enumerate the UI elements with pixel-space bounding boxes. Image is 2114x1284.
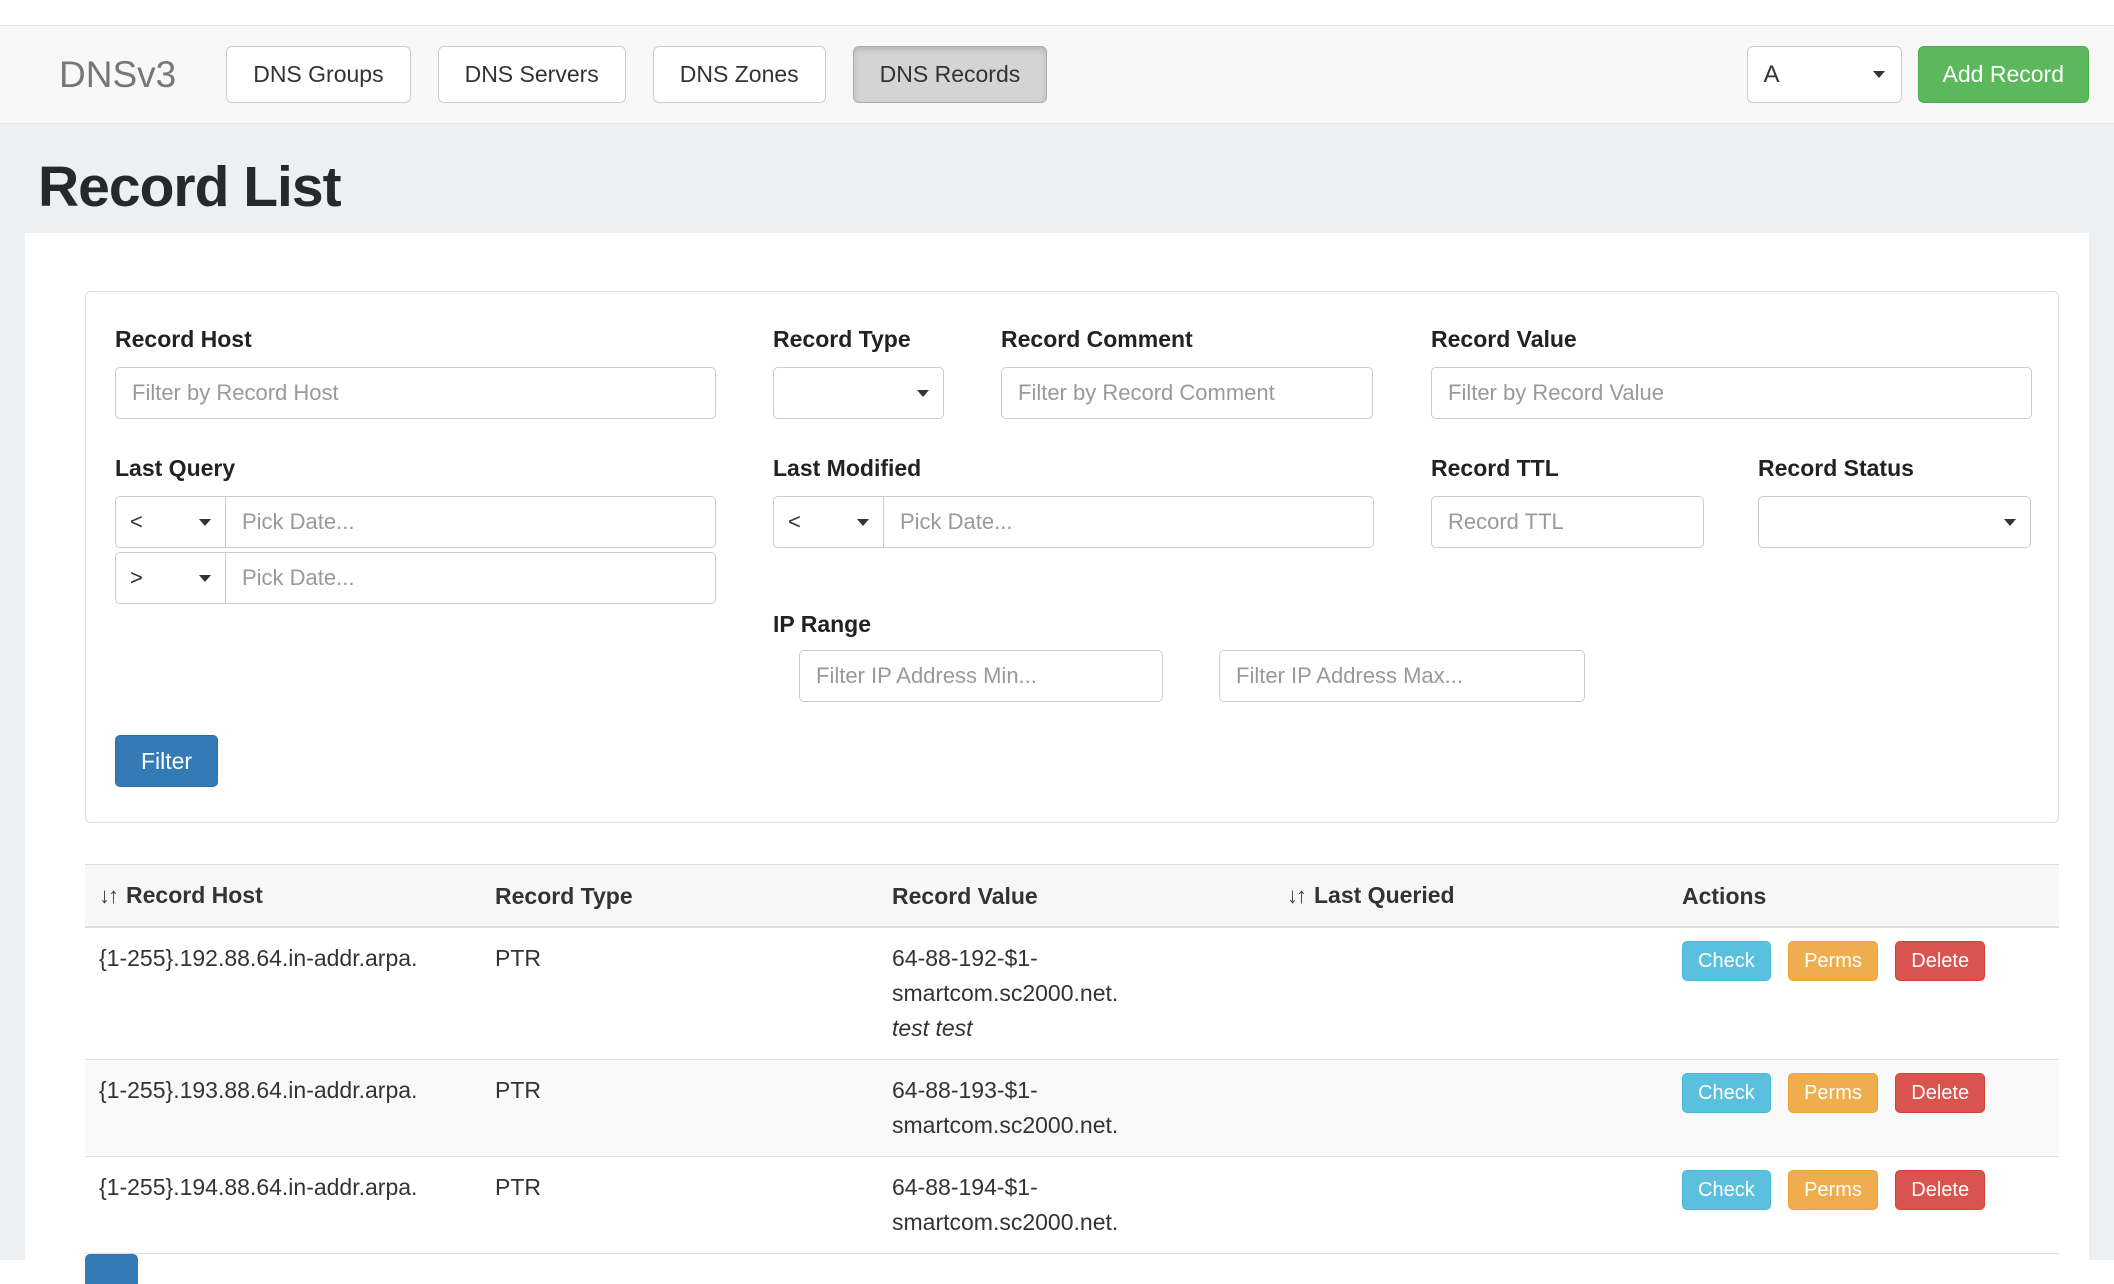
record-value-cell: 64-88-192-$1- smartcom.sc2000.net. test … [892, 927, 1287, 1060]
record-value-line: 64-88-192-$1- [892, 941, 1287, 976]
app-brand[interactable]: DNSv3 [59, 54, 176, 96]
sort-icon: ↓↑ [99, 883, 117, 908]
record-comment-label: Record Comment [1001, 325, 1193, 353]
record-value-line: smartcom.sc2000.net. [892, 1108, 1287, 1143]
nav-dns-records-button[interactable]: DNS Records [853, 46, 1048, 103]
table-header-row: ↓↑ Record Host Record Type Record Value ↓… [85, 865, 2059, 928]
last-query-label: Last Query [115, 454, 235, 482]
ip-address-max-input[interactable] [1219, 650, 1585, 702]
records-table: ↓↑ Record Host Record Type Record Value ↓… [85, 864, 2059, 1254]
record-ttl-input[interactable] [1431, 496, 1704, 548]
record-value-line: 64-88-193-$1- [892, 1073, 1287, 1108]
check-button[interactable]: Check [1682, 1170, 1771, 1210]
th-actions: Actions [1682, 865, 2059, 928]
record-host-cell: {1-255}.193.88.64.in-addr.arpa. [85, 1060, 495, 1157]
perms-button[interactable]: Perms [1788, 941, 1878, 981]
record-status-label: Record Status [1758, 454, 1914, 482]
record-type-cell: PTR [495, 1157, 892, 1254]
ip-range-label: IP Range [773, 610, 871, 638]
nav-dns-groups-button[interactable]: DNS Groups [226, 46, 410, 103]
th-record-host[interactable]: ↓↑ Record Host [85, 865, 495, 928]
add-record-button[interactable]: Add Record [1918, 46, 2089, 103]
delete-button[interactable]: Delete [1895, 941, 1985, 981]
last-modified-label: Last Modified [773, 454, 921, 482]
actions-cell: Check Perms Delete [1682, 927, 2059, 1060]
record-value-cell: 64-88-194-$1- smartcom.sc2000.net. [892, 1157, 1287, 1254]
table-row: {1-255}.194.88.64.in-addr.arpa. PTR 64-8… [85, 1157, 2059, 1254]
last-queried-cell [1287, 1157, 1682, 1254]
last-query-gt-select[interactable]: > [115, 552, 226, 604]
last-query-gt-value: > [130, 565, 143, 591]
last-query-lt-value: < [130, 509, 143, 535]
delete-button[interactable]: Delete [1895, 1073, 1985, 1113]
record-value-label: Record Value [1431, 325, 1577, 353]
caret-down-icon [1873, 71, 1885, 78]
th-last-queried[interactable]: ↓↑ Last Queried [1287, 865, 1682, 928]
nav-buttons: DNS Groups DNS Servers DNS Zones DNS Rec… [226, 46, 1047, 103]
record-ttl-label: Record TTL [1431, 454, 1559, 482]
record-type-label: Record Type [773, 325, 911, 353]
delete-button[interactable]: Delete [1895, 1170, 1985, 1210]
last-query-lt-date-input[interactable] [226, 496, 716, 548]
record-type-dropdown[interactable]: A [1747, 46, 1902, 103]
record-comment-input[interactable] [1001, 367, 1373, 419]
page-title: Record List [38, 154, 341, 220]
pagination-active-page[interactable] [85, 1254, 138, 1284]
record-type-cell: PTR [495, 927, 892, 1060]
check-button[interactable]: Check [1682, 941, 1771, 981]
last-modified-lt-value: < [788, 509, 801, 535]
th-record-host-label: Record Host [126, 882, 263, 908]
record-value-line: smartcom.sc2000.net. [892, 1205, 1287, 1240]
navbar-right-group: A Add Record [1747, 46, 2089, 103]
sort-icon: ↓↑ [1287, 883, 1305, 908]
th-record-type: Record Type [495, 865, 892, 928]
th-record-value: Record Value [892, 865, 1287, 928]
actions-cell: Check Perms Delete [1682, 1060, 2059, 1157]
record-value-line: 64-88-194-$1- [892, 1170, 1287, 1205]
last-query-lt-select[interactable]: < [115, 496, 226, 548]
top-navbar: DNSv3 DNS Groups DNS Servers DNS Zones D… [0, 25, 2114, 124]
record-comment: test test [892, 1011, 1287, 1046]
actions-cell: Check Perms Delete [1682, 1157, 2059, 1254]
perms-button[interactable]: Perms [1788, 1170, 1878, 1210]
last-query-gt-date-input[interactable] [226, 552, 716, 604]
record-value-line: smartcom.sc2000.net. [892, 976, 1287, 1011]
record-value-cell: 64-88-193-$1- smartcom.sc2000.net. [892, 1060, 1287, 1157]
record-host-label: Record Host [115, 325, 252, 353]
filter-button[interactable]: Filter [115, 735, 218, 787]
caret-down-icon [199, 575, 211, 582]
th-last-queried-label: Last Queried [1314, 882, 1455, 908]
record-host-input[interactable] [115, 367, 716, 419]
record-type-select[interactable] [773, 367, 944, 419]
content-panel: Record Host Record Type Record Comment R… [25, 233, 2089, 1260]
caret-down-icon [857, 519, 869, 526]
perms-button[interactable]: Perms [1788, 1073, 1878, 1113]
caret-down-icon [2004, 519, 2016, 526]
record-type-dropdown-value: A [1764, 61, 1780, 89]
nav-dns-servers-button[interactable]: DNS Servers [438, 46, 626, 103]
ip-address-min-input[interactable] [799, 650, 1163, 702]
record-host-cell: {1-255}.194.88.64.in-addr.arpa. [85, 1157, 495, 1254]
last-queried-cell [1287, 1060, 1682, 1157]
last-modified-lt-select[interactable]: < [773, 496, 884, 548]
record-type-cell: PTR [495, 1060, 892, 1157]
caret-down-icon [199, 519, 211, 526]
records-table-container: ↓↑ Record Host Record Type Record Value ↓… [85, 864, 2059, 1254]
caret-down-icon [917, 390, 929, 397]
page-background: Record List Record Host Record Type Reco… [0, 124, 2114, 1260]
table-row: {1-255}.192.88.64.in-addr.arpa. PTR 64-8… [85, 927, 2059, 1060]
record-value-input[interactable] [1431, 367, 2032, 419]
last-modified-date-input[interactable] [884, 496, 1374, 548]
table-row: {1-255}.193.88.64.in-addr.arpa. PTR 64-8… [85, 1060, 2059, 1157]
record-host-cell: {1-255}.192.88.64.in-addr.arpa. [85, 927, 495, 1060]
check-button[interactable]: Check [1682, 1073, 1771, 1113]
nav-dns-zones-button[interactable]: DNS Zones [653, 46, 826, 103]
filter-panel: Record Host Record Type Record Comment R… [85, 291, 2059, 823]
last-queried-cell [1287, 927, 1682, 1060]
record-status-select[interactable] [1758, 496, 2031, 548]
